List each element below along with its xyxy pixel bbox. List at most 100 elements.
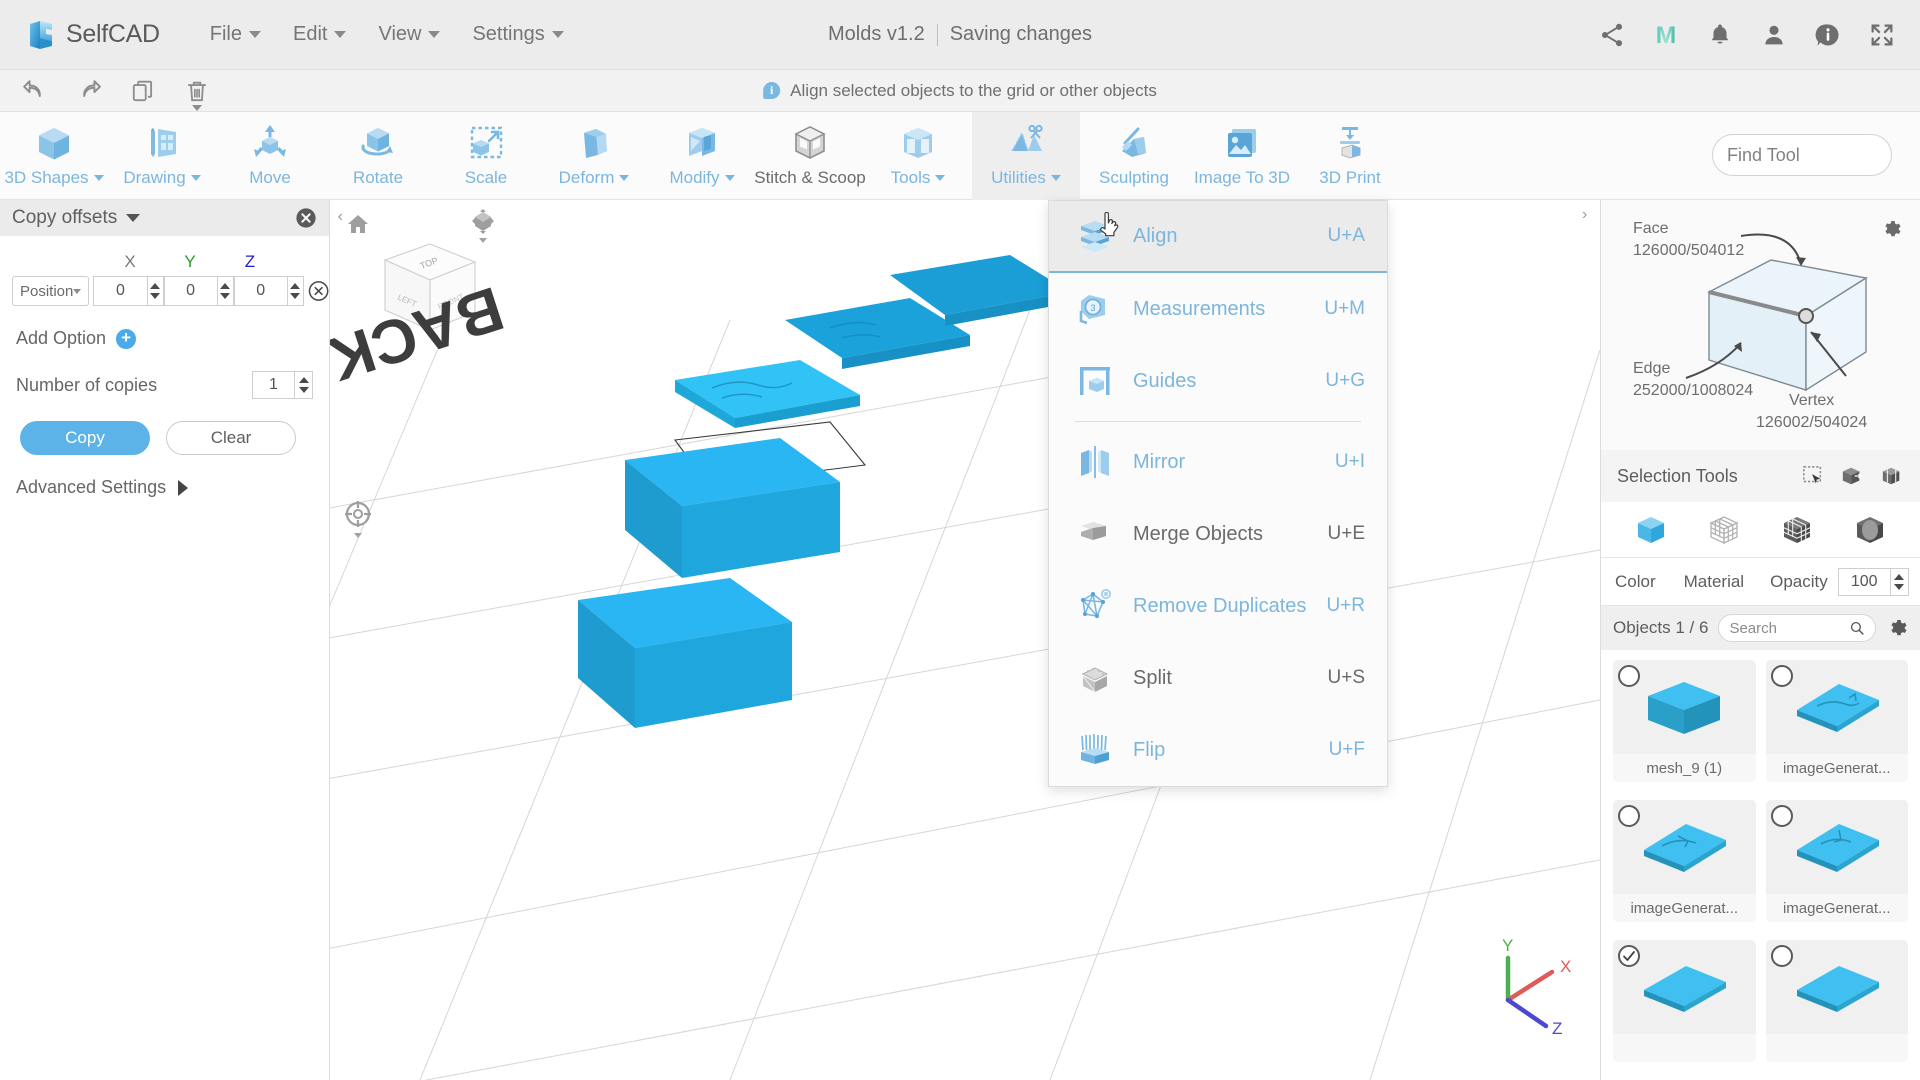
object-select-checkbox[interactable] (1770, 805, 1793, 827)
objects-search[interactable] (1718, 614, 1876, 642)
objects-search-input[interactable] (1729, 619, 1850, 637)
number-of-copies-stepper[interactable] (294, 371, 313, 399)
tool-scale[interactable]: Scale (432, 112, 540, 200)
vertex-mode-icon[interactable] (1707, 513, 1741, 547)
object-card[interactable]: imageGenerat... (1613, 800, 1756, 922)
object-card[interactable]: imageGenerat... (1765, 660, 1908, 782)
menu-item-remove-duplicates[interactable]: Remove Duplicates U+R (1049, 570, 1387, 642)
copy-button[interactable]: Copy (20, 421, 150, 455)
add-option-row[interactable]: Add Option + (16, 328, 329, 349)
edge-stat-label: Edge (1633, 360, 1671, 377)
object-card[interactable]: imageGenerat... (1765, 800, 1908, 922)
edge-mode-icon[interactable] (1780, 513, 1814, 547)
through-select-icon[interactable] (1880, 465, 1904, 487)
opacity-stepper[interactable] (1889, 567, 1909, 596)
menu-item-measurements-shortcut: U+M (1324, 298, 1365, 319)
close-panel-button[interactable] (295, 207, 317, 229)
header-icon-group: M (1598, 21, 1896, 49)
menu-item-split[interactable]: Split U+S (1049, 642, 1387, 714)
svg-text:M: M (1656, 22, 1676, 49)
tool-stitch-and-scoop[interactable]: Stitch & Scoop (754, 112, 866, 200)
offset-x-input[interactable]: 0 (93, 276, 147, 306)
duplicate-button[interactable] (130, 78, 156, 104)
selection-tools-label: Selection Tools (1617, 465, 1738, 486)
offset-z-stepper[interactable] (286, 276, 304, 306)
panel-title: Copy offsets (12, 207, 118, 228)
menu-item-flip[interactable]: Flip U+F (1049, 714, 1387, 786)
remove-offset-row-button[interactable] (308, 279, 329, 303)
material-row: Color Material Opacity 100 (1601, 558, 1920, 606)
menu-item-guides[interactable]: Guides U+G (1049, 345, 1387, 417)
objects-count-label: Objects 1 / 6 (1613, 618, 1709, 637)
redo-button[interactable] (76, 78, 102, 104)
object-select-checkbox[interactable] (1770, 665, 1793, 687)
tool-tools[interactable]: Tools (864, 112, 972, 200)
object-mode-icon[interactable] (1634, 513, 1668, 547)
object-name (1765, 1034, 1908, 1062)
notifications-bell-icon[interactable] (1706, 21, 1734, 49)
plate-thumb-icon (1796, 824, 1879, 872)
tool-sculpting[interactable]: Sculpting (1080, 112, 1188, 200)
object-select-checkbox[interactable] (1618, 945, 1640, 967)
tool-rotate[interactable]: Rotate (324, 112, 432, 200)
tool-3d-print[interactable]: 3D Print (1296, 112, 1404, 200)
tool-modify[interactable]: Modify (648, 112, 756, 200)
brand-m-icon[interactable]: M (1652, 21, 1680, 49)
chevron-down-icon[interactable] (126, 214, 141, 222)
object-select-checkbox[interactable] (1770, 945, 1793, 967)
offset-x-stepper[interactable] (146, 276, 164, 306)
fullscreen-icon[interactable] (1868, 21, 1896, 49)
tool-image-to-3d[interactable]: Image To 3D (1188, 112, 1296, 200)
offset-type-select[interactable]: Position (12, 276, 90, 306)
clear-button[interactable]: Clear (166, 421, 296, 455)
undo-button[interactable] (22, 78, 48, 104)
pivot-center-icon[interactable] (344, 500, 372, 540)
opacity-input[interactable]: 100 (1837, 567, 1890, 596)
objects-settings-gear-icon[interactable] (1886, 617, 1908, 639)
share-icon[interactable] (1598, 21, 1626, 49)
rectangle-select-icon[interactable] (1802, 465, 1824, 487)
offset-z-input[interactable]: 0 (233, 276, 287, 306)
tool-3d-shapes[interactable]: 3D Shapes (0, 112, 108, 200)
offset-y-stepper[interactable] (216, 276, 234, 306)
delete-button[interactable] (184, 78, 210, 111)
viewport-canvas[interactable]: TOP LEFT FRONT BACK RIGHT X Y Z (330, 200, 1600, 1080)
app-header: SelfCAD File Edit View Settings Molds v1… (0, 0, 1920, 70)
object-card[interactable] (1765, 940, 1908, 1062)
add-option-plus-icon[interactable]: + (116, 328, 137, 349)
menu-edit[interactable]: Edit (277, 17, 362, 52)
viewport-3d[interactable]: TOP LEFT FRONT BACK RIGHT X Y Z (330, 200, 1600, 1080)
right-panel-collapse-handle[interactable]: › (1582, 206, 1587, 224)
object-card[interactable]: mesh_9 (1) (1613, 660, 1756, 782)
face-mode-icon[interactable] (1853, 513, 1887, 547)
menu-item-merge-objects[interactable]: Merge Objects U+E (1049, 498, 1387, 570)
chevron-down-icon (73, 288, 82, 294)
info-icon[interactable] (1814, 21, 1842, 49)
number-of-copies-input[interactable]: 1 (252, 371, 294, 399)
advanced-settings-toggle[interactable]: Advanced Settings (16, 477, 329, 498)
menu-file[interactable]: File (194, 17, 277, 52)
home-view-icon[interactable] (346, 212, 370, 236)
tool-drawing[interactable]: Drawing (108, 112, 216, 200)
box-select-icon[interactable] (1840, 465, 1864, 487)
left-panel-collapse-handle[interactable]: ‹ (338, 208, 343, 226)
view-projection-icon[interactable] (470, 208, 496, 244)
object-card[interactable] (1613, 940, 1756, 1062)
menu-item-mirror[interactable]: Mirror U+I (1049, 426, 1387, 498)
tool-utilities[interactable]: Utilities (972, 112, 1080, 200)
menu-settings[interactable]: Settings (456, 17, 579, 52)
menu-item-align[interactable]: Align U+A (1049, 201, 1387, 273)
menu-item-measurements[interactable]: 3 Measurements U+M (1049, 273, 1387, 345)
tool-deform[interactable]: Deform (540, 112, 648, 200)
stepper-down-icon (298, 387, 309, 393)
find-tool-search[interactable] (1712, 134, 1920, 176)
object-select-checkbox[interactable] (1618, 665, 1640, 687)
find-tool-input[interactable] (1727, 144, 1920, 166)
user-account-icon[interactable] (1760, 21, 1788, 49)
app-logo[interactable]: SelfCAD (26, 18, 160, 52)
offset-y-input[interactable]: 0 (163, 276, 217, 306)
copy-offsets-title-group[interactable]: Copy offsets (12, 207, 141, 229)
menu-view[interactable]: View (362, 17, 456, 52)
tool-move[interactable]: Move (216, 112, 324, 200)
object-select-checkbox[interactable] (1618, 805, 1640, 827)
